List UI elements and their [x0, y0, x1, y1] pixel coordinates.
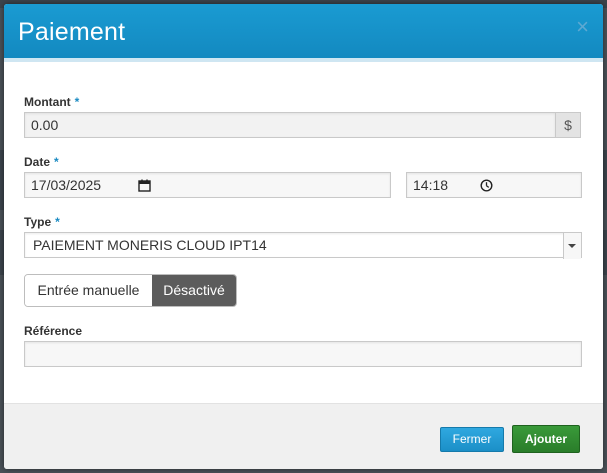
calendar-icon[interactable] — [138, 179, 151, 192]
required-marker: * — [54, 155, 59, 169]
close-icon[interactable]: × — [576, 16, 589, 38]
time-input[interactable]: 14:18 — [406, 172, 582, 198]
reference-label: Référence — [24, 324, 83, 338]
manual-entry-toggle[interactable]: Entrée manuelle Désactivé — [24, 274, 237, 307]
clock-icon[interactable] — [480, 179, 493, 192]
amount-input[interactable]: 0.00 — [24, 112, 556, 138]
date-value: 17/03/2025 — [31, 177, 102, 193]
dialog-header: Paiement × — [4, 4, 603, 62]
type-select[interactable]: PAIEMENT MONERIS CLOUD IPT14 — [24, 232, 582, 259]
date-label: Date * — [24, 155, 59, 169]
amount-label-text: Montant — [24, 95, 71, 109]
chevron-down-icon[interactable] — [563, 233, 581, 259]
manual-entry-option[interactable]: Entrée manuelle — [25, 275, 152, 306]
dialog-footer: Fermer Ajouter — [4, 403, 603, 469]
required-marker: * — [74, 95, 80, 109]
manual-entry-state[interactable]: Désactivé — [152, 275, 236, 306]
date-label-text: Date — [24, 155, 51, 169]
close-button[interactable]: Fermer — [440, 427, 504, 452]
amount-label: Montant * — [24, 95, 79, 109]
dialog-title: Paiement — [18, 18, 126, 46]
payment-dialog: Paiement × Montant * 0.00 $ Date * 17/03/2… — [4, 4, 603, 469]
required-marker: * — [55, 215, 60, 229]
type-label: Type * — [24, 215, 60, 229]
type-label-text: Type — [24, 215, 52, 229]
date-input[interactable]: 17/03/2025 — [24, 172, 391, 198]
currency-addon: $ — [555, 112, 581, 138]
add-button[interactable]: Ajouter — [512, 425, 580, 453]
time-value: 14:18 — [413, 177, 449, 193]
type-selected-value: PAIEMENT MONERIS CLOUD IPT14 — [33, 237, 267, 253]
reference-input[interactable] — [24, 341, 582, 367]
